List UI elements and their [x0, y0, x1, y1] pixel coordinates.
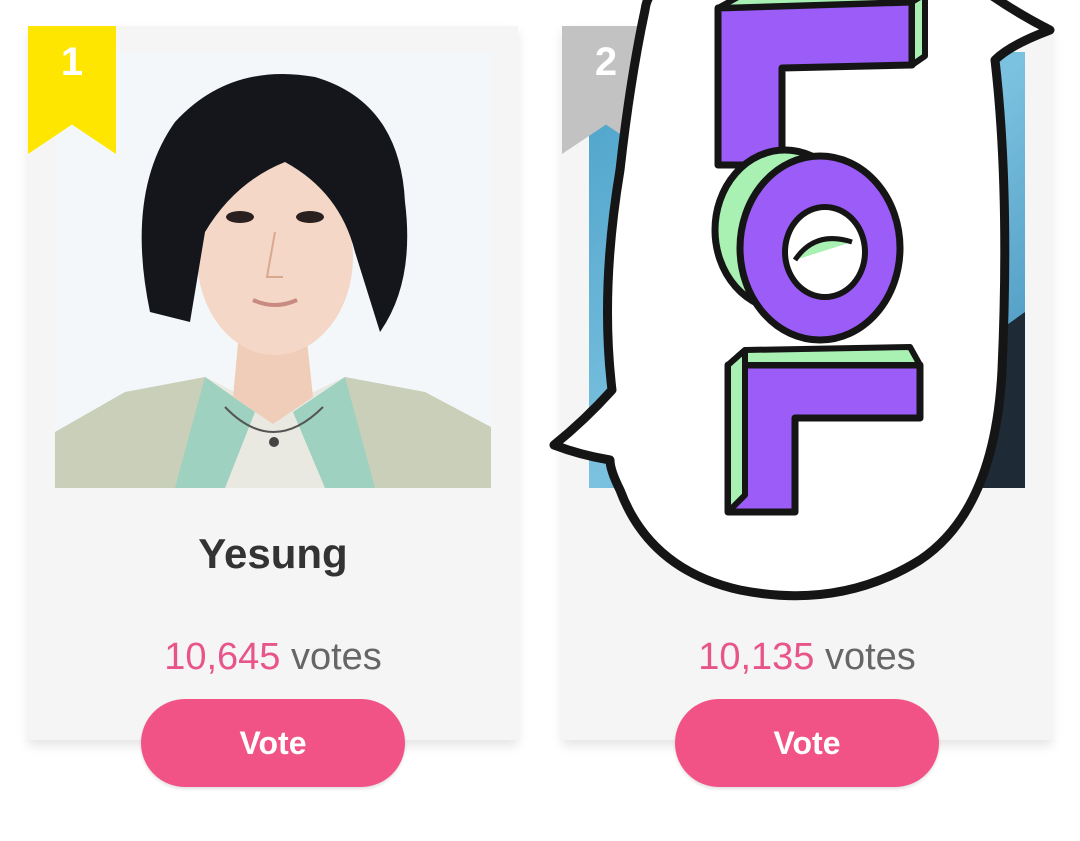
lol-sticker [540, 0, 1060, 620]
vote-button[interactable]: Vote [141, 699, 405, 787]
candidate-photo [55, 52, 491, 488]
vote-button[interactable]: Vote [675, 699, 939, 787]
candidate-name: Yesung [198, 530, 348, 577]
vote-count: 10,135 votes [562, 636, 1052, 679]
vote-count-suffix: votes [824, 636, 916, 678]
vote-count: 10,645 votes [28, 636, 518, 679]
vote-count-number: 10,645 [164, 636, 281, 678]
vote-count-number: 10,135 [698, 636, 815, 678]
candidate-card-yesung: 1 Yesung 10,645 votes [28, 26, 518, 740]
rank-number: 1 [60, 40, 84, 84]
vote-count-suffix: votes [290, 636, 382, 678]
